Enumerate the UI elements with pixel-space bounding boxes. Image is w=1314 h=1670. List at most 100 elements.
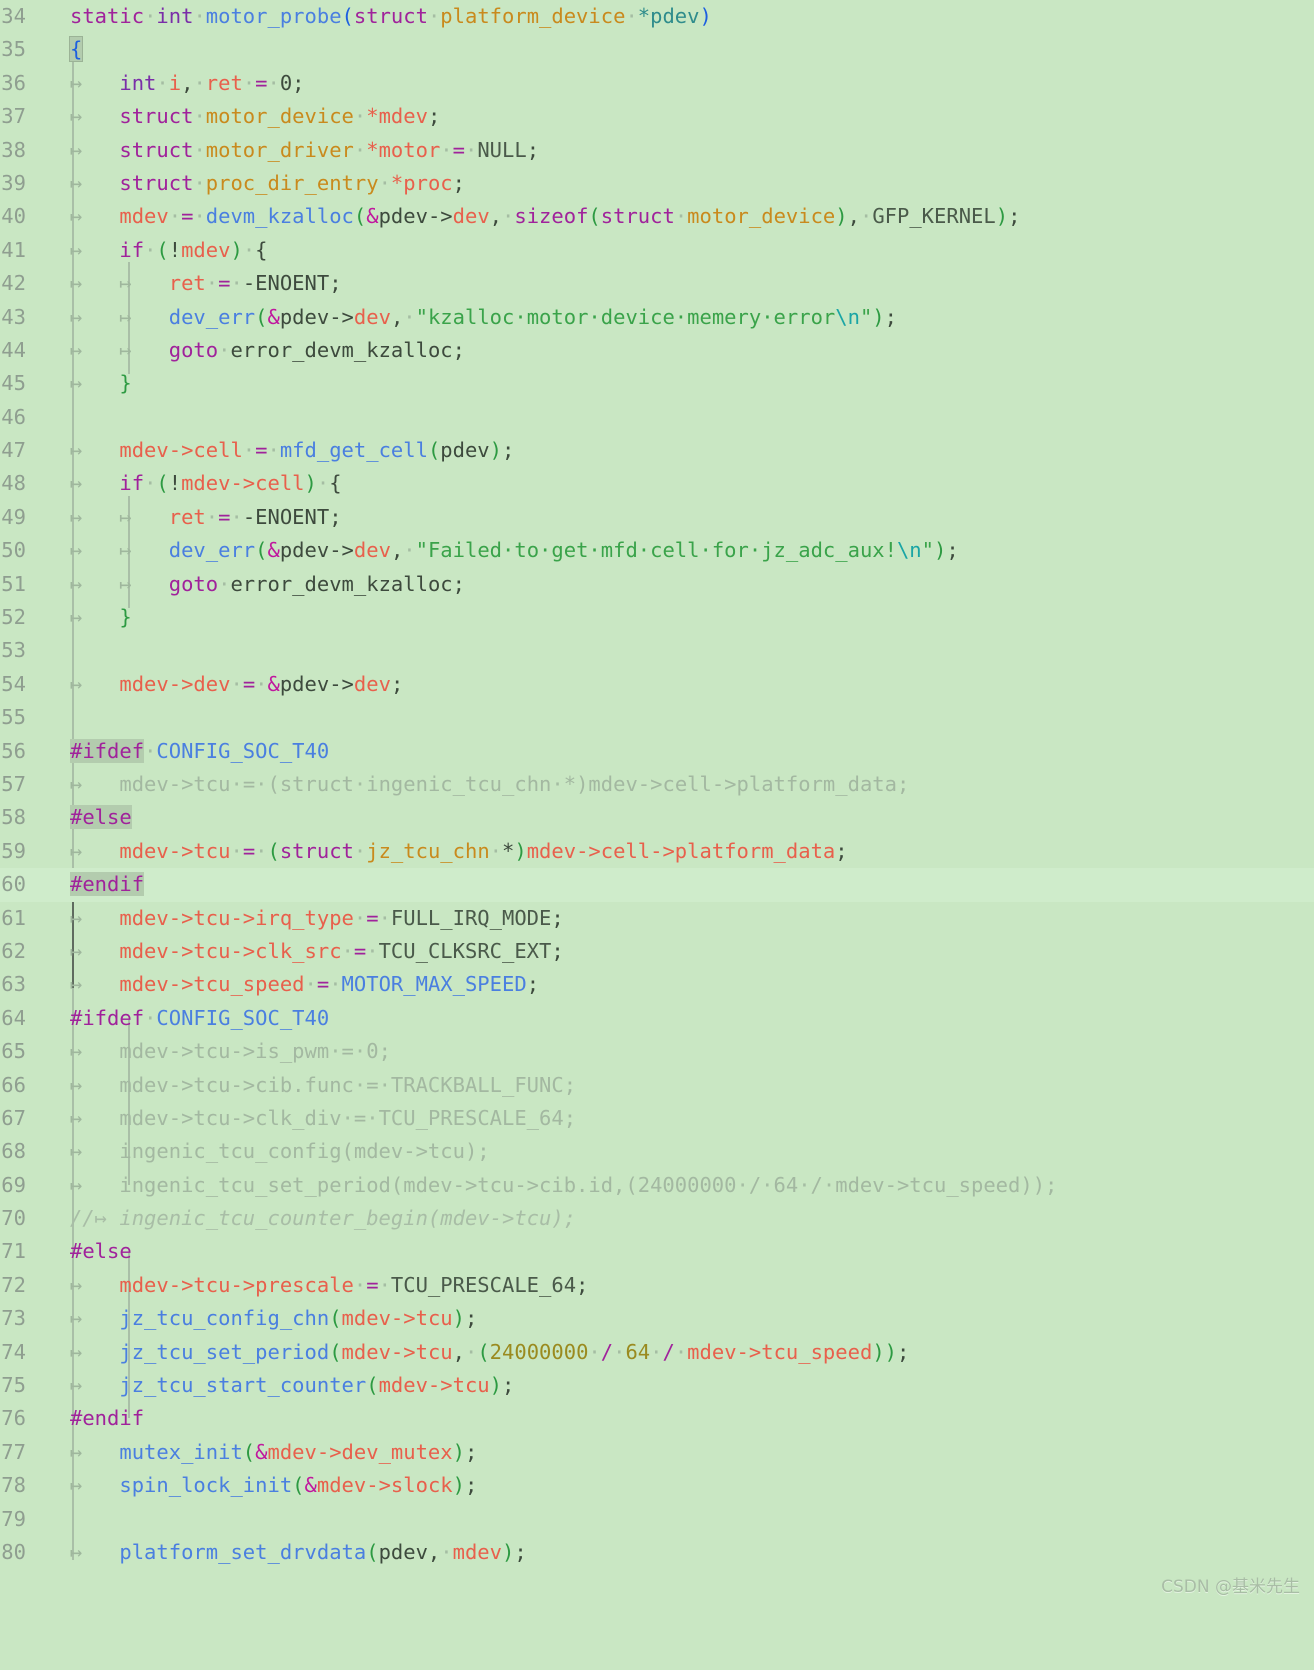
code-line[interactable]: 863 ↦ mdev->tcu_speed·=·MOTOR_MAX_SPEED; — [0, 968, 1314, 1001]
code-line[interactable]: 846 — [0, 401, 1314, 434]
code-line[interactable]: 834 static·int·motor_probe(struct·platfo… — [0, 0, 1314, 33]
code-line[interactable]: 849 ↦ ↦ ret·=·-ENOENT; — [0, 501, 1314, 534]
line-number: 850 — [0, 538, 26, 563]
code-line[interactable]: 836 ↦ int·i,·ret·=·0; — [0, 67, 1314, 100]
line-content: ↦ } — [70, 605, 132, 630]
code-line[interactable]: 839 ↦ struct·proc_dir_entry·*proc; — [0, 167, 1314, 200]
code-line[interactable]: 850 ↦ ↦ dev_err(&pdev->dev,·"Failed·to·g… — [0, 534, 1314, 567]
code-line[interactable]: 870 //↦ ingenic_tcu_counter_begin(mdev->… — [0, 1202, 1314, 1235]
code-line[interactable]: 879 — [0, 1503, 1314, 1536]
line-content: ↦ mdev·=·devm_kzalloc(&pdev->dev,·sizeof… — [70, 204, 1021, 229]
line-number: 854 — [0, 671, 26, 696]
code-line[interactable]: 869 ↦ ingenic_tcu_set_period(mdev->tcu->… — [0, 1169, 1314, 1202]
code-line[interactable]: 862 ↦ mdev->tcu->clk_src·=·TCU_CLKSRC_EX… — [0, 935, 1314, 968]
code-line[interactable]: 838 ↦ struct·motor_driver·*motor·=·NULL; — [0, 134, 1314, 167]
line-content: ↦ ↦ goto·error_devm_kzalloc; — [70, 571, 465, 596]
line-content: #ifdef·CONFIG_SOC_T40 — [70, 1005, 330, 1030]
code-line[interactable]: 872 ↦ mdev->tcu->prescale·=·TCU_PRESCALE… — [0, 1269, 1314, 1302]
code-line[interactable]: 845 ↦ } — [0, 367, 1314, 400]
code-line[interactable]: 843 ↦ ↦ dev_err(&pdev->dev,·"kzalloc·mot… — [0, 301, 1314, 334]
line-number: 845 — [0, 371, 26, 396]
code-line[interactable]: 877 ↦ mutex_init(&mdev->dev_mutex); — [0, 1436, 1314, 1469]
line-content: ↦ ↦ dev_err(&pdev->dev,·"Failed·to·get·m… — [70, 538, 959, 563]
line-number: 855 — [0, 705, 26, 730]
code-line[interactable]: 848 ↦ if·(!mdev->cell)·{ — [0, 467, 1314, 500]
line-content: ↦ mdev->tcu->clk_div·=·TCU_PRESCALE_64; — [70, 1105, 577, 1130]
code-line[interactable]: 868 ↦ ingenic_tcu_config(mdev->tcu); — [0, 1135, 1314, 1168]
code-editor[interactable]: 834 static·int·motor_probe(struct·platfo… — [0, 0, 1314, 1607]
line-number: 849 — [0, 504, 26, 529]
line-content: ↦ ↦ goto·error_devm_kzalloc; — [70, 337, 465, 362]
line-content: ↦ spin_lock_init(&mdev->slock); — [70, 1473, 478, 1498]
code-line[interactable]: 842 ↦ ↦ ret·=·-ENOENT; — [0, 267, 1314, 300]
code-line[interactable]: 855 — [0, 701, 1314, 734]
line-number: 858 — [0, 805, 26, 830]
code-line[interactable]: 853 — [0, 634, 1314, 667]
code-line[interactable]: 840 ↦ mdev·=·devm_kzalloc(&pdev->dev,·si… — [0, 200, 1314, 233]
line-number: 847 — [0, 438, 26, 463]
line-content: ↦ ↦ ret·=·-ENOENT; — [70, 271, 342, 296]
line-number: 848 — [0, 471, 26, 496]
line-content: ↦ mdev->cell·=·mfd_get_cell(pdev); — [70, 438, 515, 463]
code-line[interactable]: 875 ↦ jz_tcu_start_counter(mdev->tcu); — [0, 1369, 1314, 1402]
line-content: ↦ ↦ dev_err(&pdev->dev,·"kzalloc·motor·d… — [70, 304, 897, 329]
code-line[interactable]: 880 ↦ platform_set_drvdata(pdev,·mdev); — [0, 1536, 1314, 1569]
code-line[interactable]: 852 ↦ } — [0, 601, 1314, 634]
line-number: 880 — [0, 1539, 26, 1564]
code-line[interactable]: 847 ↦ mdev->cell·=·mfd_get_cell(pdev); — [0, 434, 1314, 467]
line-number: 873 — [0, 1306, 26, 1331]
code-line[interactable]: 865 ↦ mdev->tcu->is_pwm·=·0; — [0, 1035, 1314, 1068]
line-number: 867 — [0, 1105, 26, 1130]
line-number: 868 — [0, 1139, 26, 1164]
line-number: 859 — [0, 838, 26, 863]
line-content: ↦ ingenic_tcu_config(mdev->tcu); — [70, 1139, 490, 1164]
line-number: 879 — [0, 1506, 26, 1531]
code-line[interactable]: 858 #else — [0, 801, 1314, 834]
line-number: 860 — [0, 872, 26, 897]
code-line[interactable]: 878 ↦ spin_lock_init(&mdev->slock); — [0, 1469, 1314, 1502]
code-line[interactable]: 841 ↦ if·(!mdev)·{ — [0, 234, 1314, 267]
line-number: 839 — [0, 170, 26, 195]
line-number: 838 — [0, 137, 26, 162]
line-content: #ifdef·CONFIG_SOC_T40 — [70, 738, 330, 763]
code-line[interactable]: 859 ↦ mdev->tcu·=·(struct·jz_tcu_chn·*)m… — [0, 835, 1314, 868]
code-line[interactable]: 861 ↦ mdev->tcu->irq_type·=·FULL_IRQ_MOD… — [0, 902, 1314, 935]
code-line[interactable]: 864 #ifdef·CONFIG_SOC_T40 — [0, 1002, 1314, 1035]
code-line[interactable]: 876 #endif — [0, 1402, 1314, 1435]
line-content: ↦ mdev->tcu_speed·=·MOTOR_MAX_SPEED; — [70, 972, 540, 997]
code-line[interactable]: 835 { — [0, 33, 1314, 66]
line-number: 852 — [0, 605, 26, 630]
code-line[interactable]: 856 #ifdef·CONFIG_SOC_T40 — [0, 735, 1314, 768]
line-content: ↦ int·i,·ret·=·0; — [70, 70, 305, 95]
line-content: ↦ mdev->tcu->cib.func·=·TRACKBALL_FUNC; — [70, 1072, 577, 1097]
line-number: 836 — [0, 70, 26, 95]
code-line[interactable]: 844 ↦ ↦ goto·error_devm_kzalloc; — [0, 334, 1314, 367]
line-number: 872 — [0, 1272, 26, 1297]
code-line-current[interactable]: 860 #endif — [0, 868, 1314, 902]
code-line[interactable]: 854 ↦ mdev->dev·=·&pdev->dev; — [0, 668, 1314, 701]
line-content: ↦ if·(!mdev->cell)·{ — [70, 471, 342, 496]
code-line[interactable]: 866 ↦ mdev->tcu->cib.func·=·TRACKBALL_FU… — [0, 1069, 1314, 1102]
code-line[interactable]: 851 ↦ ↦ goto·error_devm_kzalloc; — [0, 568, 1314, 601]
line-number: 861 — [0, 905, 26, 930]
line-number: 840 — [0, 204, 26, 229]
code-line[interactable]: 874 ↦ jz_tcu_set_period(mdev->tcu,·(2400… — [0, 1336, 1314, 1369]
line-content: ↦ struct·proc_dir_entry·*proc; — [70, 170, 465, 195]
line-content: ↦ jz_tcu_start_counter(mdev->tcu); — [70, 1373, 515, 1398]
line-content: ↦ ↦ ret·=·-ENOENT; — [70, 504, 342, 529]
code-line[interactable]: 871 #else — [0, 1235, 1314, 1268]
code-line[interactable]: 873 ↦ jz_tcu_config_chn(mdev->tcu); — [0, 1302, 1314, 1335]
line-content: #else — [70, 1239, 132, 1264]
line-content: static·int·motor_probe(struct·platform_d… — [70, 4, 712, 28]
line-number: 857 — [0, 771, 26, 796]
line-number: 843 — [0, 304, 26, 329]
line-content: { — [68, 36, 84, 63]
line-content: //↦ ingenic_tcu_counter_begin(mdev->tcu)… — [70, 1206, 577, 1231]
line-number: 846 — [0, 404, 26, 429]
code-line[interactable]: 867 ↦ mdev->tcu->clk_div·=·TCU_PRESCALE_… — [0, 1102, 1314, 1135]
line-number: 856 — [0, 738, 26, 763]
line-number: 869 — [0, 1172, 26, 1197]
line-content: ↦ struct·motor_device·*mdev; — [70, 104, 441, 129]
code-line[interactable]: 857 ↦ mdev->tcu·=·(struct·ingenic_tcu_ch… — [0, 768, 1314, 801]
code-line[interactable]: 837 ↦ struct·motor_device·*mdev; — [0, 100, 1314, 133]
